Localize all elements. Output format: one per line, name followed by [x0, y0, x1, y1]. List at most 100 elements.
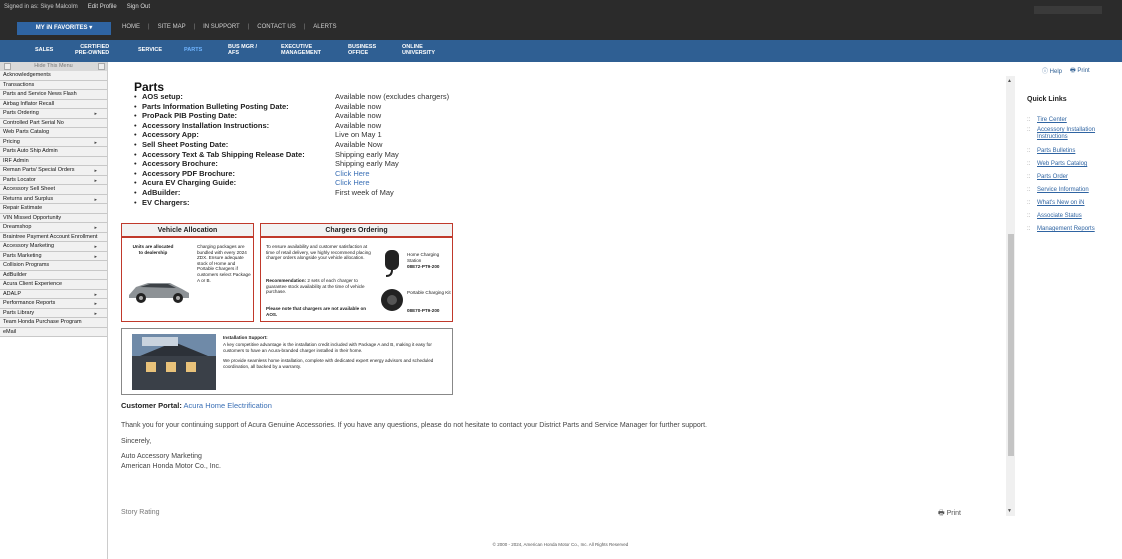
- sidebar-item[interactable]: Accessory Sell Sheet: [0, 185, 107, 195]
- nav-alerts[interactable]: ALERTS: [313, 24, 336, 30]
- favorites-dropdown[interactable]: MY iN FAVORITES ▾: [17, 22, 111, 35]
- sidebar-item[interactable]: Parts Ordering ▸: [0, 109, 107, 119]
- sidebar-item[interactable]: Parts Locator ▸: [0, 175, 107, 185]
- status-value: Available now: [335, 120, 382, 130]
- tab-online-university[interactable]: ONLINE UNIVERSITY: [402, 40, 435, 62]
- sidebar-item[interactable]: Accessory Marketing ▸: [0, 242, 107, 252]
- print-button-bottom[interactable]: 🖶 Print: [938, 509, 961, 520]
- submenu-arrow-icon: ▸: [94, 253, 97, 260]
- bullet-icon: ::: [1027, 226, 1031, 232]
- home-charging-label: Home Charging Station: [407, 252, 440, 263]
- sidebar-item[interactable]: Dreamshop ▸: [0, 223, 107, 233]
- help-link[interactable]: ⓘ Help: [1042, 66, 1062, 76]
- bullet: •: [134, 178, 137, 188]
- signature-line-2: American Honda Motor Co., Inc.: [121, 463, 221, 470]
- submenu-arrow-icon: ▸: [94, 139, 97, 146]
- print-link[interactable]: 🖶 Print: [1070, 66, 1090, 76]
- bullet: •: [134, 168, 137, 178]
- tab-bus-mgr[interactable]: BUS MGR / AFS: [228, 40, 257, 62]
- sidebar-item[interactable]: Braintree Payment Account Enrollment: [0, 232, 107, 242]
- thanks-paragraph: Thank you for your continuing support of…: [121, 422, 707, 429]
- bullet: •: [134, 197, 137, 207]
- tab-business-office[interactable]: BUSINESS OFFICE: [348, 40, 376, 62]
- sidebar-item[interactable]: Web Parts Catalog: [0, 128, 107, 138]
- portable-charging-label: Portable Charging Kit: [407, 290, 451, 295]
- sidebar-item[interactable]: Parts Marketing ▸: [0, 251, 107, 261]
- quick-link-label: Parts Bulletins: [1037, 148, 1076, 154]
- tab-executive[interactable]: EXECUTIVE MANAGEMENT: [281, 40, 321, 62]
- status-value[interactable]: Click Here: [335, 169, 370, 178]
- sidebar-item[interactable]: Controlled Part Serial No: [0, 118, 107, 128]
- sidebar-item-label: Pricing: [3, 138, 20, 145]
- nav-home[interactable]: HOME: [122, 24, 140, 30]
- sidebar-item[interactable]: Repair Estimate: [0, 204, 107, 214]
- scrollbar-thumb[interactable]: [1008, 234, 1014, 456]
- nav-separator: |: [303, 24, 306, 30]
- aos-note: Please note that chargers are not availa…: [266, 306, 367, 317]
- status-label: Accessory Text & Tab Shipping Release Da…: [142, 149, 305, 159]
- sidebar-item-label: Returns and Surplus: [3, 195, 54, 202]
- sidebar-item[interactable]: Performance Reports ▸: [0, 299, 107, 309]
- edit-profile-link[interactable]: Edit Profile: [88, 4, 117, 10]
- sidebar-item[interactable]: Returns and Surplus ▸: [0, 194, 107, 204]
- sidebar-item[interactable]: AdBuilder: [0, 270, 107, 280]
- sidebar-item[interactable]: Reman Parts/ Special Orders ▸: [0, 166, 107, 176]
- sidebar-item[interactable]: Parts and Service News Flash: [0, 90, 107, 100]
- sincerely: Sincerely,: [121, 438, 152, 445]
- sidebar-item-label: Repair Estimate: [3, 205, 43, 211]
- status-value: Available now (excludes chargers): [335, 92, 450, 101]
- sign-out-link[interactable]: Sign Out: [127, 4, 150, 10]
- sidebar-item[interactable]: Parts Auto Ship Admin: [0, 147, 107, 157]
- sidebar-item[interactable]: Acknowledgements: [0, 71, 107, 81]
- sidebar-item[interactable]: IRF Admin: [0, 156, 107, 166]
- sidebar-item[interactable]: Airbag Inflator Recall: [0, 99, 107, 109]
- bullet: •: [134, 149, 137, 159]
- hide-menu-button[interactable]: Hide This Menu: [0, 62, 107, 71]
- sidebar-item[interactable]: Acura Client Experience: [0, 280, 107, 290]
- submenu-arrow-icon: ▸: [94, 111, 97, 117]
- sidebar-item[interactable]: Parts Library ▸: [0, 308, 107, 318]
- top-bar: Signed in as: Skye Malcolm Edit Profile …: [0, 0, 1122, 40]
- collapse-icon: [4, 63, 11, 70]
- bullet: •: [134, 140, 137, 149]
- scroll-down-icon[interactable]: ▼: [1007, 508, 1012, 514]
- sidebar-item-label: Parts Auto Ship Admin: [3, 148, 58, 154]
- print-label: Print: [1077, 68, 1090, 74]
- nav-separator: |: [247, 24, 250, 30]
- nav-contact-us[interactable]: CONTACT US: [257, 24, 295, 30]
- sidebar-item[interactable]: ADALP ▸: [0, 289, 107, 299]
- sidebar-item[interactable]: Team Honda Purchase Program: [0, 318, 107, 328]
- sidebar-item-label: Collision Programs: [3, 262, 50, 268]
- sidebar-item-label: AdBuilder: [3, 271, 27, 278]
- bullet: •: [134, 111, 137, 121]
- status-value: Available Now: [335, 140, 383, 149]
- portal-label: Customer Portal:: [121, 401, 182, 410]
- nav-site-map[interactable]: SITE MAP: [158, 24, 186, 30]
- chargers-ordering-box: To ensure availability and customer sati…: [260, 237, 453, 322]
- sidebar-item[interactable]: Pricing ▸: [0, 137, 107, 147]
- chargers-intro: To ensure availability and customer sati…: [266, 244, 371, 261]
- tab-certified[interactable]: CERTIFIED PRE-OWNED: [75, 40, 109, 62]
- portal-link[interactable]: Acura Home Electrification: [184, 401, 272, 410]
- tab-service[interactable]: SERVICE: [138, 40, 162, 62]
- search-field[interactable]: [1034, 6, 1102, 14]
- scroll-up-icon[interactable]: ▲: [1007, 78, 1012, 84]
- vehicle-allocation-box: Units are allocated to dealership Chargi…: [121, 237, 254, 322]
- sidebar-item[interactable]: Transactions: [0, 80, 107, 90]
- submenu-arrow-icon: ▸: [94, 177, 97, 184]
- portable-charger-icon: [381, 289, 403, 311]
- collapse-icon: [98, 63, 105, 70]
- quick-link-label: Management Reports: [1037, 226, 1095, 232]
- submenu-arrow-icon: ▸: [94, 310, 97, 317]
- sidebar-item-label: Parts Locator: [3, 176, 36, 183]
- tab-sales[interactable]: SALES: [35, 40, 53, 62]
- story-rating[interactable]: Story Rating: [121, 509, 160, 516]
- nav-in-support[interactable]: IN SUPPORT: [203, 24, 240, 30]
- sidebar-item[interactable]: VIN Missed Opportunity: [0, 213, 107, 223]
- status-label: Acura EV Charging Guide:: [142, 178, 237, 188]
- status-value[interactable]: Click Here: [335, 178, 370, 187]
- sidebar-item[interactable]: eMail: [0, 327, 107, 337]
- sidebar-item-label: Accessory Sell Sheet: [3, 186, 55, 192]
- sidebar-item[interactable]: Collision Programs: [0, 261, 107, 271]
- tab-parts[interactable]: PARTS: [184, 40, 202, 62]
